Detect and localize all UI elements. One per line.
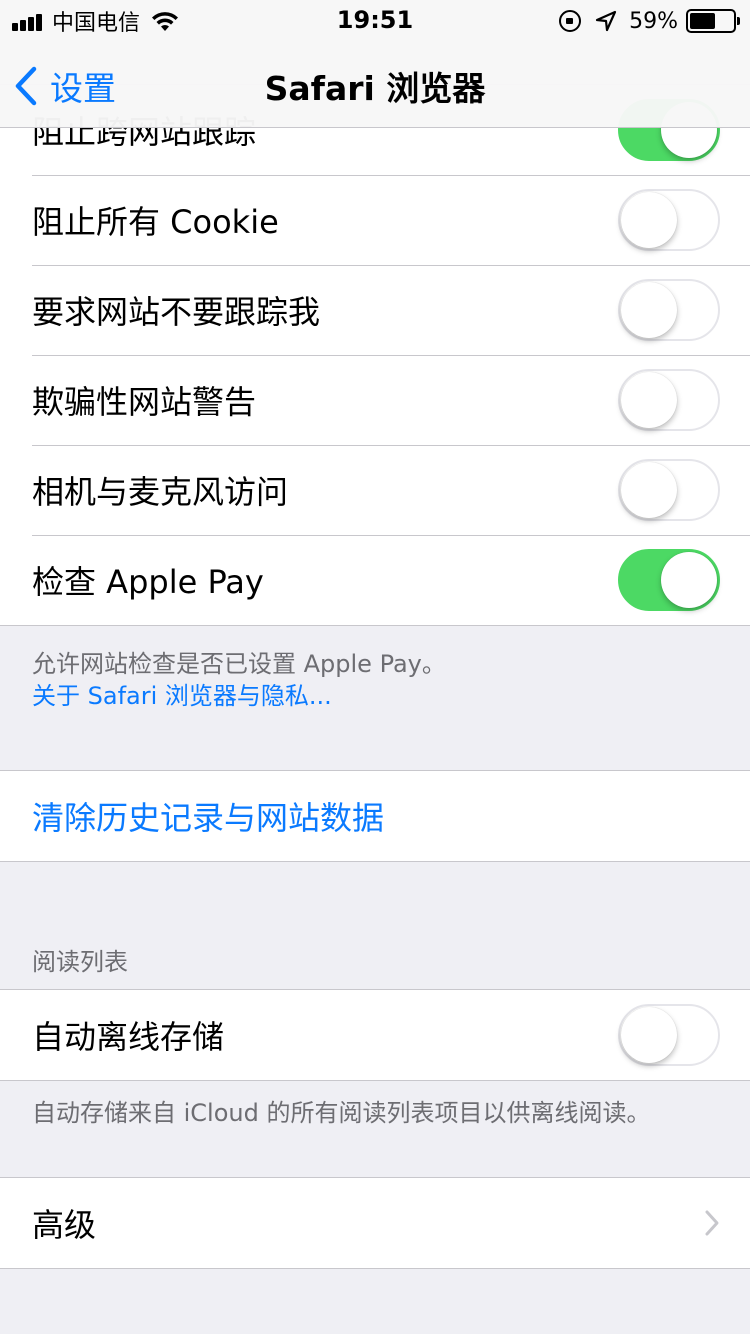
battery-icon [686, 9, 740, 33]
setting-row: 相机与麦克风访问 [0, 445, 750, 535]
advanced-row[interactable]: 高级 [0, 1178, 750, 1268]
setting-label: 检查 Apple Pay [32, 563, 264, 601]
toggle-knob [661, 552, 717, 608]
setting-label: 相机与麦克风访问 [32, 473, 289, 511]
setting-toggle[interactable] [618, 189, 720, 251]
battery-percent: 59% [629, 8, 678, 34]
settings-content: 阻止跨网站跟踪 阻止所有 Cookie 要求网站不要跟踪我 欺骗性网站警告 相机与麦克风… [0, 84, 750, 1269]
privacy-footer: 允许网站检查是否已设置 Apple Pay。 关于 Safari 浏览器与隐私.… [0, 626, 750, 770]
advanced-label: 高级 [32, 1206, 97, 1244]
setting-toggle[interactable] [618, 279, 720, 341]
toggle-knob [621, 1007, 677, 1063]
setting-label: 欺骗性网站警告 [32, 383, 257, 421]
setting-toggle[interactable] [618, 459, 720, 521]
setting-toggle[interactable] [618, 549, 720, 611]
location-icon [595, 10, 617, 32]
rotation-lock-icon [559, 10, 582, 32]
clear-history-label: 清除历史记录与网站数据 [32, 799, 385, 837]
reading-list-footer: 自动存储来自 iCloud 的所有阅读列表项目以供离线阅读。 [32, 1099, 651, 1127]
setting-row: 检查 Apple Pay [0, 535, 750, 625]
navigation-bar: 设置 Safari 浏览器 [0, 40, 750, 128]
reading-list-header: 阅读列表 [32, 948, 128, 976]
page-title: Safari 浏览器 [264, 69, 486, 108]
toggle-knob [621, 462, 677, 518]
advanced-group: 高级 [0, 1177, 750, 1269]
toggle-knob [621, 372, 677, 428]
setting-row: 欺骗性网站警告 [0, 355, 750, 445]
chevron-right-icon [705, 1210, 719, 1236]
toggle-knob [621, 282, 677, 338]
setting-toggle[interactable] [618, 369, 720, 431]
reading-list-group: 自动离线存储 [0, 989, 750, 1081]
toggle-knob [621, 192, 677, 248]
clear-history-group: 清除历史记录与网站数据 [0, 770, 750, 862]
auto-save-toggle[interactable] [618, 1004, 720, 1066]
privacy-group: 阻止跨网站跟踪 阻止所有 Cookie 要求网站不要跟踪我 欺骗性网站警告 相机与麦克风… [0, 84, 750, 626]
setting-row: 要求网站不要跟踪我 [0, 265, 750, 355]
privacy-footer-text: 允许网站检查是否已设置 Apple Pay。 [32, 650, 446, 678]
status-bar: 中国电信 19:51 59% [0, 0, 750, 40]
setting-label: 要求网站不要跟踪我 [32, 293, 321, 331]
auto-save-label: 自动离线存储 [32, 1018, 225, 1056]
setting-row: 阻止所有 Cookie [0, 175, 750, 265]
auto-save-row: 自动离线存储 [0, 990, 750, 1080]
privacy-link[interactable]: 关于 Safari 浏览器与隐私... [32, 680, 718, 712]
setting-label: 阻止所有 Cookie [32, 203, 279, 241]
clear-history-button[interactable]: 清除历史记录与网站数据 [0, 771, 750, 861]
